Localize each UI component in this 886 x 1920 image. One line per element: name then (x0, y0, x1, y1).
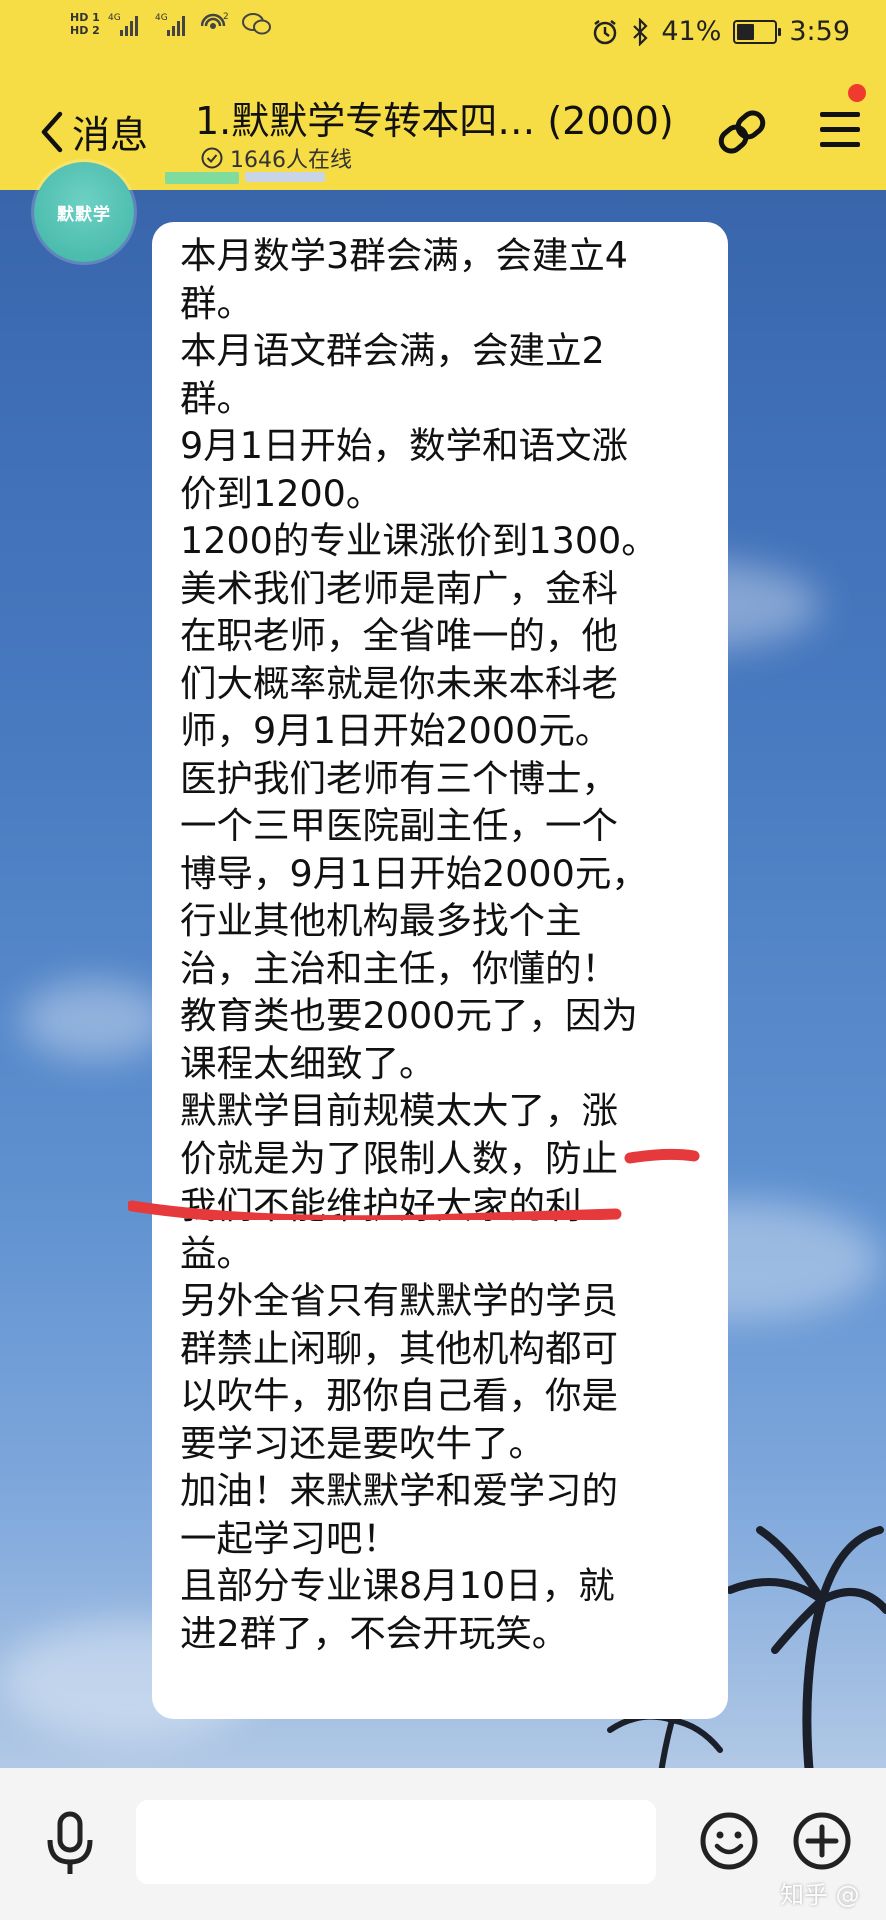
hd-indicator: HD 1 HD 2 (70, 11, 100, 37)
message-text: 本月数学3群会满，会建立4 群。 本月语文群会满，会建立2 群。 9月1日开始，数学和语… (180, 232, 700, 1657)
message-line: 行业其他机构最多找个主 (180, 899, 582, 942)
online-count: 1646人在线 (200, 142, 352, 174)
message-line: 美术我们老师是南广，金科 (180, 566, 618, 610)
message-bubble[interactable]: 本月数学3群会满，会建立4 群。 本月语文群会满，会建立2 群。 9月1日开始，数学和语… (152, 222, 728, 1719)
emoji-icon[interactable] (698, 1810, 760, 1872)
message-line: 进2群了，不会开玩笑。 (180, 1611, 569, 1655)
hd1-label: HD 1 (70, 11, 100, 24)
sender-name-partial (165, 172, 395, 190)
signal-icon: 4G (108, 13, 139, 36)
battery-icon (733, 19, 782, 44)
plus-icon[interactable] (791, 1810, 853, 1872)
bluetooth-icon (633, 17, 648, 46)
svg-text:4G: 4G (108, 13, 121, 23)
notification-dot (848, 84, 866, 102)
message-line: 默默学目前规模太大了，涨 (180, 1089, 618, 1132)
message-line: 本月数学3群会满，会建立4 (180, 234, 628, 277)
top-header: HD 1 HD 2 4G 4G 2 41% 3:59 消息 1.默默学专转本四…… (0, 0, 886, 190)
menu-icon[interactable] (818, 108, 864, 152)
battery-percent: 41% (661, 16, 722, 47)
message-line: 9月1日开始，数学和语文涨 (180, 424, 628, 467)
chevron-left-icon (41, 111, 63, 152)
message-line: 另外全省只有默默学的学员 (180, 1279, 618, 1322)
message-line: 群。 (180, 281, 253, 325)
check-circle-icon (201, 147, 223, 169)
wifi-hotspot-icon: 2 (201, 12, 229, 29)
message-line: 治，主治和主任，你懂的！ (180, 946, 618, 990)
status-right: 41% 3:59 (591, 16, 850, 47)
avatar-text: 默默学 (57, 204, 111, 225)
sender-role-tag (165, 172, 239, 184)
message-line: 加油！来默默学和爱学习的 (180, 1469, 618, 1512)
message-line: 且部分专业课8月10日，就 (180, 1564, 615, 1607)
svg-text:4G: 4G (155, 13, 168, 23)
back-button[interactable]: 消息 (38, 104, 148, 159)
input-bar (0, 1768, 886, 1920)
message-line: 本月语文群会满，会建立2 (180, 329, 605, 372)
sender-name (245, 172, 325, 182)
message-line: 课程太细致了。 (180, 1041, 436, 1085)
message-line: 博导，9月1日开始2000元， (180, 851, 648, 895)
back-label: 消息 (72, 113, 149, 157)
wechat-icon (241, 13, 271, 35)
online-count-text: 1646人在线 (230, 148, 352, 173)
message-line: 价就是为了限制人数，防止 (180, 1136, 618, 1180)
message-line: 1200的专业课涨价到1300。 (180, 519, 658, 562)
message-line: 我们不能维护好大家的利 (180, 1184, 582, 1227)
message-line: 在职老师，全省唯一的，他 (180, 614, 618, 657)
chat-title[interactable]: 1.默默学专转本四… (2000) (195, 90, 674, 145)
message-line: 教育类也要2000元了，因为 (180, 994, 638, 1037)
hd2-label: HD 2 (70, 24, 100, 37)
avatar[interactable]: 默默学 (34, 162, 134, 262)
cloud (20, 980, 170, 1060)
message-line: 群禁止闲聊，其他机构都可 (180, 1326, 618, 1370)
message-line: 群。 (180, 376, 253, 420)
microphone-icon[interactable] (44, 1810, 96, 1880)
message-line: 一起学习吧！ (180, 1516, 399, 1560)
alarm-icon (594, 19, 617, 44)
message-line: 师，9月1日开始2000元。 (180, 709, 612, 752)
message-line: 医护我们老师有三个博士， (180, 756, 618, 800)
zhihu-watermark: 知乎 @ (780, 1881, 860, 1909)
message-line: 一个三甲医院副主任，一个 (180, 804, 618, 847)
status-bar: HD 1 HD 2 4G 4G 2 41% 3:59 (0, 0, 886, 66)
message-line: 们大概率就是你未来本科老 (180, 661, 618, 705)
signal-icon-2: 4G (155, 13, 185, 36)
message-line: 要学习还是要吹牛了。 (180, 1421, 545, 1465)
message-line: 价到1200。 (180, 471, 383, 515)
message-line: 以吹牛，那你自己看，你是 (180, 1374, 618, 1417)
svg-text:2: 2 (223, 12, 229, 22)
nav-bar: 消息 1.默默学专转本四… (2000) 1646人在线 (0, 80, 886, 180)
clock: 3:59 (789, 16, 850, 47)
message-input[interactable] (136, 1800, 656, 1884)
link-icon[interactable] (712, 106, 772, 158)
message-line: 益。 (180, 1231, 253, 1275)
status-left: HD 1 HD 2 4G 4G 2 (70, 10, 278, 38)
